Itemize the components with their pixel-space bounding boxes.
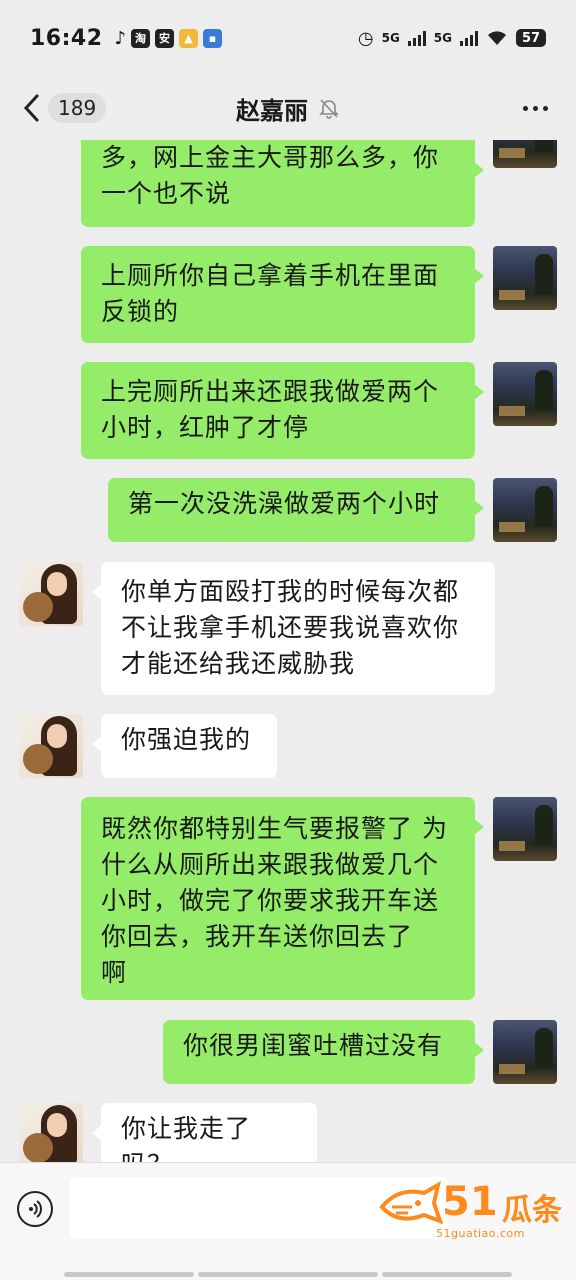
navigation-bar-right[interactable]: [382, 1272, 512, 1277]
dot-icon: [523, 105, 528, 111]
chat-header: 189 赵嘉丽: [0, 76, 576, 140]
watermark-url: 51guatiao.com: [436, 1227, 525, 1240]
my-avatar[interactable]: [493, 246, 557, 310]
message-bubble[interactable]: 多，网上金主大哥那么多，你 一个也不说: [81, 140, 484, 227]
alarm-icon: ◷: [357, 27, 374, 49]
contact-avatar[interactable]: [19, 1103, 83, 1162]
fish-logo-icon: [379, 1181, 444, 1225]
message-bubble[interactable]: 你单方面殴打我的时候每次都 不让我拿手机还要我说喜欢你 才能还给我还威胁我: [92, 562, 495, 695]
voice-icon: [29, 1200, 42, 1218]
voice-input-button[interactable]: [17, 1191, 53, 1227]
my-avatar[interactable]: [493, 478, 557, 542]
watermark-number: 51: [442, 1179, 498, 1225]
navigation-bar-center[interactable]: [198, 1272, 378, 1277]
back-button[interactable]: 189: [22, 93, 107, 123]
navigation-bar[interactable]: [64, 1272, 194, 1277]
status-bar: 16:42 ♪ 淘 安 ▲ ▪ ◷ 5G 5G 57: [0, 0, 576, 76]
my-avatar[interactable]: [493, 140, 557, 168]
unread-count-badge: 189: [48, 93, 107, 123]
status-app-icons: ♪ 淘 安 ▲ ▪: [115, 28, 223, 49]
app-yellow-icon: ▲: [179, 28, 199, 48]
dot-icon: [543, 105, 548, 111]
more-options-button[interactable]: [523, 105, 548, 111]
my-avatar[interactable]: [493, 362, 557, 426]
message-bubble[interactable]: 第一次没洗澡做爱两个小时: [108, 478, 484, 542]
app-icon: 安: [155, 28, 175, 48]
watermark-text: 瓜条: [502, 1193, 562, 1228]
wifi-icon: [488, 31, 506, 45]
message-bubble[interactable]: 既然你都特别生气要报警了 为 什么从厕所出来跟我做爱几个 小时，做完了你要求我开…: [81, 797, 484, 1000]
status-time: 16:42: [30, 25, 103, 51]
network-label-1: 5G: [381, 31, 400, 45]
my-avatar[interactable]: [493, 797, 557, 861]
mute-bell-icon: [319, 99, 339, 119]
signal-icon: [407, 30, 426, 46]
contact-avatar[interactable]: [19, 562, 83, 626]
tiktok-icon: ♪: [114, 27, 127, 49]
contact-name: 赵嘉丽: [236, 96, 308, 125]
message-bubble[interactable]: 你让我走了吗？: [92, 1103, 317, 1162]
chat-message-list[interactable]: 多，网上金主大哥那么多，你 一个也不说 上厕所你自己拿着手机在里面 反锁的 上完…: [0, 140, 576, 1162]
contact-avatar[interactable]: [19, 714, 83, 778]
signal-icon-2: [460, 30, 478, 46]
dot-icon: [533, 105, 538, 111]
my-avatar[interactable]: [493, 1020, 557, 1084]
network-label-2: 5G: [433, 31, 452, 45]
taobao-icon: 淘: [131, 28, 151, 48]
input-bar: 51 瓜条 51guatiao.com: [0, 1162, 576, 1280]
app-blue-icon: ▪: [203, 28, 223, 48]
battery-indicator: 57: [516, 29, 546, 47]
message-bubble[interactable]: 你强迫我的: [92, 714, 277, 778]
watermark-logo: 51 瓜条 51guatiao.com: [378, 1177, 568, 1247]
message-bubble[interactable]: 你很男闺蜜吐槽过没有: [163, 1020, 484, 1084]
message-bubble[interactable]: 上完厕所出来还跟我做爱两个 小时，红肿了才停: [81, 362, 484, 459]
chevron-left-icon: [23, 94, 39, 122]
status-right: ◷ 5G 5G 57: [358, 28, 546, 49]
message-bubble[interactable]: 上厕所你自己拿着手机在里面 反锁的: [81, 246, 484, 343]
